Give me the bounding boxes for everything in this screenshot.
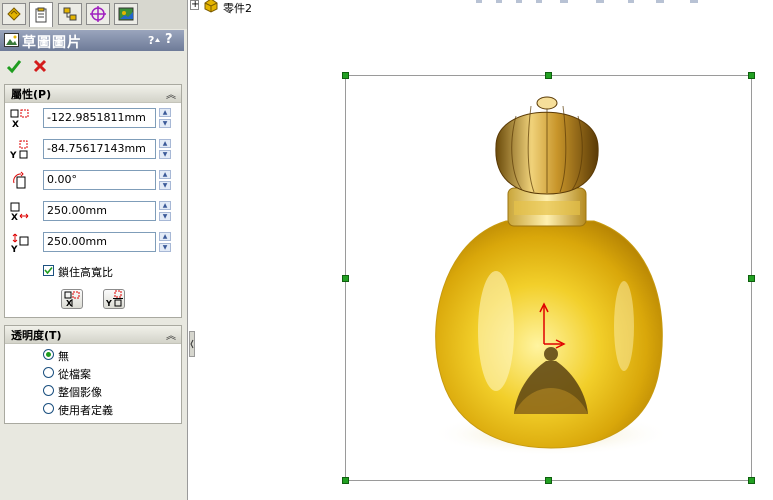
resize-handle-top[interactable] (545, 72, 552, 79)
y-position-spinner[interactable]: ▲ ▼ (159, 139, 171, 159)
property-manager-icon (35, 7, 47, 23)
ok-cancel-row (0, 53, 184, 79)
properties-group-header[interactable]: 屬性(P) ︽ (5, 85, 181, 103)
display-manager-tab[interactable] (114, 3, 138, 25)
radio-from-file[interactable] (43, 367, 54, 378)
page-title: 草圖圖片 (22, 35, 82, 51)
svg-text:X: X (12, 120, 19, 129)
svg-text:Y: Y (105, 299, 112, 308)
configuration-manager-icon (63, 7, 77, 21)
resize-handle-right[interactable] (748, 275, 755, 282)
sketch-picture-icon (4, 33, 19, 47)
width-row: X 250.00mm ▲ ▼ (5, 200, 181, 224)
svg-text:Y: Y (10, 245, 18, 253)
part-icon (204, 0, 218, 13)
width-spinner[interactable]: ▲ ▼ (159, 201, 171, 221)
flip-horizontal-button[interactable]: X (61, 289, 83, 309)
flip-vertical-icon: Y (105, 290, 123, 308)
collapse-arrow-icon (190, 339, 194, 349)
x-position-icon: X (10, 109, 29, 129)
help-button[interactable]: ? (165, 32, 173, 47)
perfume-bottle-image (431, 96, 671, 456)
resize-handle-bottom[interactable] (545, 477, 552, 484)
check-icon (44, 266, 53, 275)
property-manager-tab[interactable] (29, 2, 53, 27)
resize-handle-bottom-right[interactable] (748, 477, 755, 484)
configuration-manager-tab[interactable] (58, 3, 82, 25)
tree-part-label[interactable]: 零件2 (223, 0, 252, 16)
manager-tabs (0, 0, 187, 29)
transparency-group-header[interactable]: 透明度(T) ︽ (5, 326, 181, 344)
resize-handle-left[interactable] (342, 275, 349, 282)
lock-aspect-label: 鎖住高寬比 (58, 266, 113, 279)
angle-row: 0.00° ▲ ▼ (5, 169, 181, 193)
height-field[interactable]: 250.00mm (43, 232, 156, 252)
x-position-field[interactable]: -122.9851811mm (43, 108, 156, 128)
rotate-angle-icon (13, 171, 26, 189)
dimxpert-icon (90, 6, 106, 22)
transparency-option-label: 無 (58, 350, 69, 363)
angle-field[interactable]: 0.00° (43, 170, 156, 190)
transparency-option-user-defined[interactable]: 使用者定義 (43, 402, 173, 417)
property-manager-panel: 草圖圖片 ? ? 屬性(P) ︽ X -122.9851811mm ▲ ▼ Y … (0, 0, 188, 500)
height-icon: Y (10, 233, 29, 253)
collapse-chevron-icon[interactable]: ︽ (166, 327, 176, 342)
transparency-group-title: 透明度(T) (11, 329, 62, 342)
width-field[interactable]: 250.00mm (43, 201, 156, 221)
sketch-picture-selection-box[interactable] (342, 72, 755, 484)
height-row: Y 250.00mm ▲ ▼ (5, 231, 181, 255)
lock-aspect-checkbox[interactable]: 鎖住高寬比 (43, 264, 163, 279)
whats-wrong-icon[interactable]: ? (147, 33, 161, 47)
flip-vertical-button[interactable]: Y (103, 289, 125, 309)
dimxpert-tab[interactable] (86, 3, 110, 25)
transparency-option-label: 使用者定義 (58, 404, 113, 417)
y-position-field[interactable]: -84.75617143mm (43, 139, 156, 159)
heads-up-toolbar-icons (476, 0, 698, 3)
radio-full-image[interactable] (43, 385, 54, 396)
resize-handle-top-right[interactable] (748, 72, 755, 79)
cancel-x-icon[interactable] (32, 58, 48, 74)
panel-splitter-grip[interactable] (189, 331, 195, 357)
x-position-row: X -122.9851811mm ▲ ▼ (5, 107, 181, 131)
transparency-option-from-file[interactable]: 從檔案 (43, 366, 173, 381)
x-position-spinner[interactable]: ▲ ▼ (159, 108, 171, 128)
collapse-chevron-icon[interactable]: ︽ (166, 86, 176, 101)
y-position-icon: Y (9, 140, 28, 160)
properties-group: 屬性(P) ︽ X -122.9851811mm ▲ ▼ Y -84.756171… (4, 84, 182, 318)
svg-text:?: ? (148, 34, 154, 47)
feature-manager-icon (7, 7, 21, 21)
tree-expander[interactable]: + (190, 0, 199, 10)
y-position-row: Y -84.75617143mm ▲ ▼ (5, 138, 181, 162)
display-manager-icon (118, 7, 134, 21)
width-icon: X (10, 202, 29, 222)
lock-aspect-check-box[interactable] (43, 265, 54, 276)
transparency-option-none[interactable]: 無 (43, 348, 173, 363)
transparency-option-label: 整個影像 (58, 386, 102, 399)
property-manager-title-bar: 草圖圖片 ? ? (0, 30, 184, 51)
feature-manager-tab[interactable] (2, 3, 26, 25)
transparency-option-full-image[interactable]: 整個影像 (43, 384, 173, 399)
resize-handle-top-left[interactable] (342, 72, 349, 79)
radio-none[interactable] (43, 349, 54, 360)
flip-horizontal-icon: X (64, 291, 80, 308)
radio-user-defined[interactable] (43, 403, 54, 414)
transparency-option-label: 從檔案 (58, 368, 91, 381)
ok-checkmark-icon[interactable] (6, 58, 22, 74)
angle-spinner[interactable]: ▲ ▼ (159, 170, 171, 190)
svg-text:Y: Y (9, 151, 17, 160)
resize-handle-bottom-left[interactable] (342, 477, 349, 484)
height-spinner[interactable]: ▲ ▼ (159, 232, 171, 252)
transparency-group: 透明度(T) ︽ 無 從檔案 整個影像 使用者定義 (4, 325, 182, 424)
properties-group-title: 屬性(P) (11, 88, 52, 101)
svg-text:X: X (11, 213, 18, 222)
